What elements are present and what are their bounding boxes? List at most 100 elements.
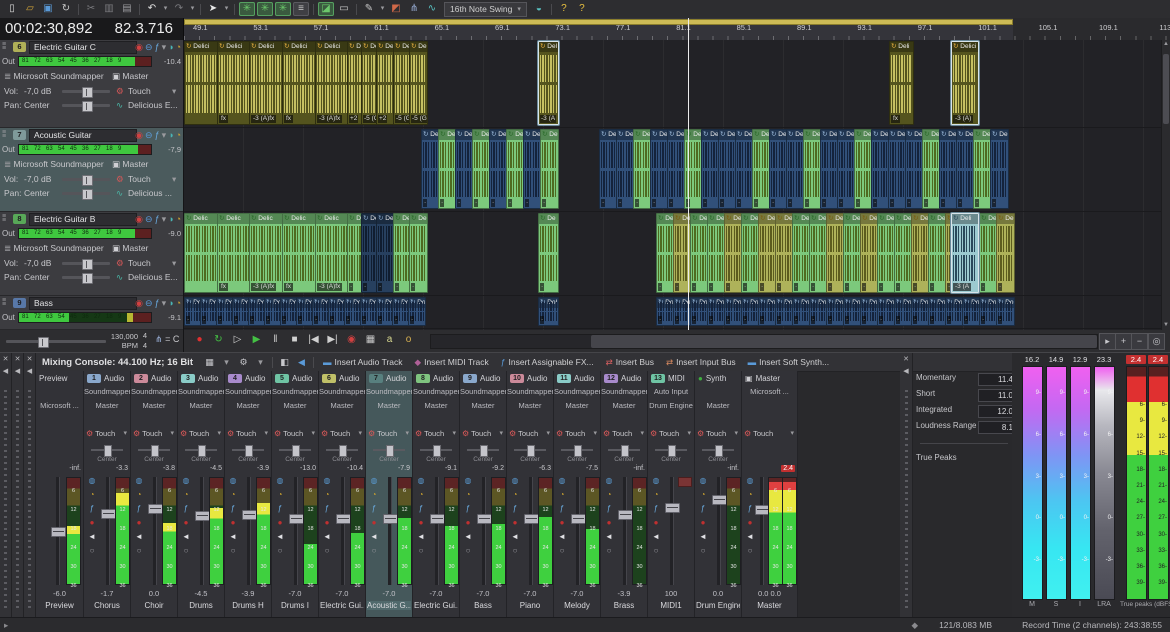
channel-header[interactable]: 2Audio	[131, 373, 177, 384]
clip[interactable]: ↻ Del·	[408, 297, 426, 326]
pan-slider-handle[interactable]	[82, 273, 93, 284]
channel-header[interactable]: Preview	[36, 373, 83, 384]
mixer-channel-strip[interactable]: 7AudioSoundmapperMaster⚙ Touch▾Center-7.…	[366, 371, 413, 618]
groove-icon[interactable]: ◑	[168, 41, 173, 53]
automation-gear-icon[interactable]: ⚙	[116, 86, 124, 97]
mute-icon[interactable]: ◄	[321, 531, 333, 543]
gain-icon[interactable]: ◔	[556, 489, 568, 501]
record-arm-icon[interactable]: ●	[415, 517, 427, 529]
fx-icon[interactable]: ƒ	[227, 503, 239, 515]
undo-menu-icon[interactable]: ▾	[162, 2, 169, 16]
channel-volume-value[interactable]: 0.0	[131, 589, 177, 598]
fader-handle[interactable]	[571, 514, 586, 524]
track-grip-icon[interactable]: ≡≡	[2, 215, 11, 223]
record-arm-icon[interactable]: ●	[603, 517, 615, 529]
channel-name[interactable]: Preview	[37, 601, 82, 610]
channel-device-label[interactable]: Soundmapper	[601, 387, 647, 396]
pan-control[interactable]: Center	[366, 445, 412, 463]
phase-icon[interactable]: ◍	[227, 475, 239, 487]
channel-header[interactable]: 3Audio	[178, 373, 224, 384]
phase-icon[interactable]: ◍	[133, 475, 145, 487]
collapse-icon[interactable]: ◀	[0, 367, 11, 375]
channel-name[interactable]: Drums I	[273, 601, 317, 610]
record-arm-icon[interactable]: ●	[744, 517, 756, 529]
fader-handle[interactable]	[101, 509, 116, 519]
channel-header[interactable]: ▣Master	[742, 373, 797, 384]
solo-icon[interactable]: ○	[462, 545, 474, 557]
pencil-menu-icon[interactable]: ▾	[379, 2, 386, 16]
channel-device-label[interactable]: Soundmapper	[413, 387, 459, 396]
freeze-icon[interactable]: ◔	[176, 129, 181, 141]
pan-control[interactable]: Center	[554, 445, 600, 463]
mute-icon[interactable]: ⊖	[145, 41, 153, 53]
close-icon[interactable]: ✕	[900, 355, 912, 363]
channel-volume-value[interactable]: 0.0	[695, 589, 741, 598]
mute-icon[interactable]: ◄	[227, 531, 239, 543]
draw-tool-menu-icon[interactable]: ▾	[223, 2, 230, 16]
clip-fx-icon[interactable]: ∿	[116, 100, 123, 111]
mute-icon[interactable]: ◄	[650, 531, 662, 543]
groove-icon[interactable]: ◑	[168, 213, 173, 225]
scroll-right-icon[interactable]: ▸	[1099, 333, 1116, 350]
fx-icon[interactable]: ƒ	[155, 129, 160, 141]
dock-grip[interactable]	[28, 387, 31, 608]
channel-device-label[interactable]: Soundmapper	[507, 387, 553, 396]
envelope-tool-icon[interactable]: ≡	[293, 2, 309, 16]
fader-handle[interactable]	[51, 527, 66, 537]
freeze-icon[interactable]: ◔	[176, 213, 181, 225]
channel-volume-value[interactable]: 0.0 0.0	[742, 589, 797, 598]
fx-icon[interactable]: ƒ	[155, 297, 160, 309]
phase-icon[interactable]: ◍	[744, 475, 756, 487]
chevron-down-icon[interactable]: ▾	[162, 213, 167, 225]
fader-handle[interactable]	[524, 514, 539, 524]
solo-icon[interactable]: ○	[180, 545, 192, 557]
gain-icon[interactable]: ◔	[462, 489, 474, 501]
channel-volume-value[interactable]: -7.0	[272, 589, 318, 598]
phase-icon[interactable]: ◍	[180, 475, 192, 487]
pan-control[interactable]: Center	[460, 445, 506, 463]
mixer-channel-strip[interactable]: PreviewMicrosoft ...-inf.61218243036-6.0…	[36, 371, 84, 618]
fx-icon[interactable]: ƒ	[368, 503, 380, 515]
pan-control[interactable]: Center	[225, 445, 271, 463]
status-expand-icon[interactable]: ▸	[4, 620, 8, 631]
automation-mode[interactable]: ⚙ Touch▾	[86, 429, 128, 442]
channel-device-label[interactable]: Soundmapper	[225, 387, 271, 396]
zoom-tool-icon[interactable]: ◎	[1148, 333, 1165, 350]
mute-icon[interactable]: ◄	[274, 531, 286, 543]
fx-icon[interactable]: ƒ	[155, 213, 160, 225]
gain-icon[interactable]: ◔	[180, 489, 192, 501]
collapse-icon[interactable]: ◀	[900, 367, 912, 375]
fx-icon[interactable]: ƒ	[697, 503, 709, 515]
mixer-channel-strip[interactable]: 4AudioSoundmapperMaster⚙ Touch▾Center-3.…	[225, 371, 272, 618]
automation-mode[interactable]: ⚙ Touch▾	[321, 429, 363, 442]
mute-icon[interactable]: ◄	[556, 531, 568, 543]
close-icon[interactable]: ✕	[24, 355, 35, 363]
automation-mode[interactable]: ⚙ Touch▾	[133, 429, 175, 442]
clip[interactable]: ↻ Delicifx	[217, 41, 251, 125]
channel-header[interactable]: 10Audio	[507, 373, 553, 384]
close-icon[interactable]: ✕	[12, 355, 23, 363]
fx-icon[interactable]: ƒ	[509, 503, 521, 515]
gain-icon[interactable]: ◔	[697, 489, 709, 501]
vertical-scrollbar-thumb[interactable]	[1163, 54, 1169, 124]
mute-icon[interactable]: ◄	[415, 531, 427, 543]
pan-value[interactable]: Center	[24, 272, 50, 282]
clip[interactable]: ↻ De·	[409, 213, 428, 293]
mixer-channel-strip[interactable]: 5AudioSoundmapperMaster⚙ Touch▾Center-13…	[272, 371, 319, 618]
fx-icon[interactable]: ƒ	[155, 41, 160, 53]
channel-device-label[interactable]: Soundmapper	[131, 387, 177, 396]
channel-device-label[interactable]: Soundmapper	[178, 387, 224, 396]
pan-slider-handle[interactable]	[82, 101, 93, 112]
scroll-up-icon[interactable]: ▲	[1162, 40, 1170, 49]
mute-icon[interactable]: ◄	[603, 531, 615, 543]
mixer-view-icon[interactable]: ▦	[202, 357, 217, 368]
solo-icon[interactable]: ○	[415, 545, 427, 557]
gain-icon[interactable]: ◔	[603, 489, 615, 501]
automation-gear-icon[interactable]: ⚙	[116, 258, 124, 269]
channel-name[interactable]: Brass	[602, 601, 646, 610]
mute-icon[interactable]: ◄	[744, 531, 756, 543]
volume-slider[interactable]	[62, 178, 110, 181]
track-header[interactable]: ≡≡6Electric Guitar C◉⊖ƒ▾◑◔Out81726354453…	[0, 40, 183, 128]
save-file-icon[interactable]: ▣	[40, 2, 56, 16]
clip-fx-icon[interactable]: ∿	[116, 272, 123, 283]
